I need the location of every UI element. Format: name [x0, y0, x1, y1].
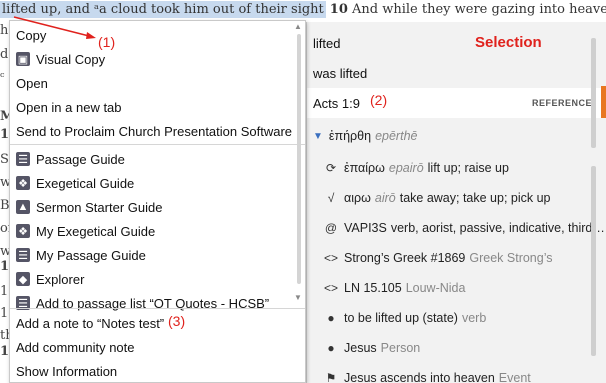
annotation-label-1: (1): [98, 34, 116, 50]
annotation-arrow: [13, 16, 96, 39]
annotation-label-3: (3): [168, 313, 186, 329]
annotation-label-2: (2): [370, 92, 388, 108]
